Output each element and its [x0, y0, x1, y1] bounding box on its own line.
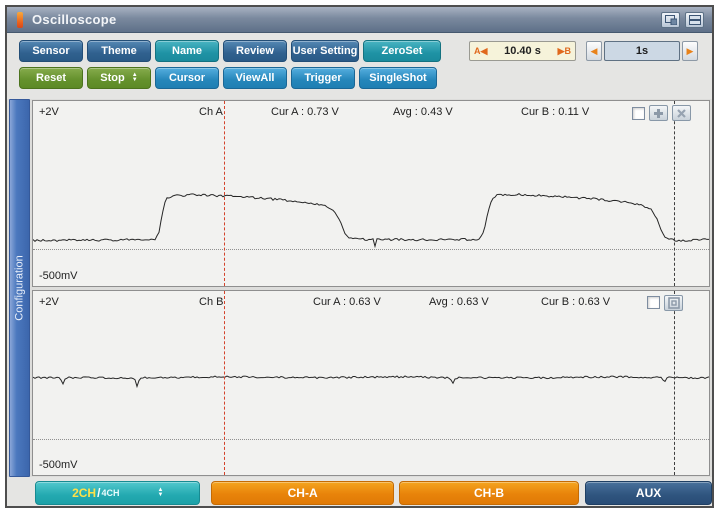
voltage-top-label: +2V — [39, 295, 59, 308]
review-button[interactable]: Review — [223, 40, 287, 62]
ch-a-button[interactable]: CH-A — [211, 480, 394, 505]
close-icon — [677, 108, 686, 118]
toolbar-row-2: Reset Stop ▲ ▼ Cursor ViewAll Trigger Sin… — [19, 67, 706, 89]
ab-range-display[interactable]: A◀ 10.40 s ▶B — [469, 41, 576, 61]
stop-spinner-icon: ▲ ▼ — [131, 72, 138, 83]
cursor-button[interactable]: Cursor — [155, 67, 219, 89]
singleshot-button[interactable]: SingleShot — [359, 67, 437, 89]
cursor-a-line[interactable] — [224, 290, 225, 475]
channel-mode-selected: 2CH — [72, 485, 97, 500]
zero-reference-line — [33, 249, 709, 250]
cursor-b-readout: Cur B : 0.63 V — [541, 295, 611, 308]
marker-b-label: ▶B — [557, 45, 571, 56]
zero-reference-line — [33, 438, 709, 440]
window-title: Oscilloscope — [32, 12, 117, 27]
trigger-button[interactable]: Trigger — [291, 67, 355, 89]
channel-b-checkbox[interactable] — [647, 296, 660, 309]
channel-label: Ch B — [199, 295, 224, 308]
plus-icon — [654, 108, 663, 118]
elapsed-time-value: 10.40 s — [504, 45, 541, 57]
timebase-value: 1s — [604, 41, 680, 61]
cursor-b-readout: Cur B : 0.11 V — [521, 106, 590, 118]
cursor-a-line[interactable] — [224, 101, 225, 286]
maximize-icon — [667, 296, 680, 309]
reset-button[interactable]: Reset — [19, 67, 83, 89]
channel-a-panel: +2V Ch A Cur A : 0.73 V Avg : 0.43 V Cur… — [32, 100, 710, 287]
toolbar-row-1: Sensor Theme Name Review User Setting Ze… — [19, 40, 706, 62]
sidebar-configuration-label: Configuration — [13, 255, 26, 321]
channel-b-panel: +2V Ch B Cur A : 0.63 V Avg : 0.63 V Cur… — [32, 289, 710, 476]
waveform-a — [33, 193, 709, 249]
split-view-button[interactable] — [685, 11, 704, 28]
viewall-button[interactable]: ViewAll — [223, 67, 287, 89]
channel-b-controls — [647, 294, 683, 311]
zeroset-button[interactable]: ZeroSet — [363, 40, 441, 62]
marker-a-label: A◀ — [474, 45, 488, 56]
ch-b-button[interactable]: CH-B — [398, 480, 580, 505]
waveform-b — [33, 374, 709, 388]
stop-button-label: Stop — [100, 72, 125, 84]
cursor-b-line[interactable] — [674, 290, 675, 475]
channel-mode-alt: 4CH — [101, 487, 120, 498]
user-setting-button[interactable]: User Setting — [291, 40, 359, 62]
avg-readout: Avg : 0.63 V — [429, 295, 489, 308]
arrow-right-icon: ▶ — [686, 45, 694, 56]
app-icon — [17, 11, 23, 28]
maximize-button[interactable] — [664, 294, 683, 311]
split-view-icon — [688, 14, 701, 25]
bottom-bar: 2CH / 4CH ▲ ▼ CH-A CH-B AUX — [7, 477, 712, 508]
panes-icon — [664, 14, 677, 25]
channel-a-checkbox[interactable] — [632, 106, 645, 120]
channel-panels: +2V Ch A Cur A : 0.73 V Avg : 0.43 V Cur… — [32, 99, 710, 477]
zoom-in-button[interactable] — [649, 105, 668, 121]
main-area: Configuration +2V Ch A Cur A : 0.73 V Av… — [7, 99, 712, 477]
timebase-control: ◀ 1s ▶ — [586, 41, 698, 61]
arrow-left-icon: ◀ — [590, 45, 598, 56]
panes-layout-button[interactable] — [661, 11, 680, 28]
voltage-top-label: +2V — [39, 106, 59, 118]
voltage-bottom-label: -500mV — [39, 269, 78, 282]
timebase-prev-button[interactable]: ◀ — [586, 41, 602, 61]
channel-mode-button[interactable]: 2CH / 4CH ▲ ▼ — [35, 480, 201, 505]
channel-mode-separator: / — [97, 485, 101, 500]
toolbar: Sensor Theme Name Review User Setting Ze… — [7, 33, 712, 99]
app-window: Oscilloscope Sensor Theme Name Review Us… — [5, 5, 714, 508]
cursor-a-readout: Cur A : 0.73 V — [271, 106, 339, 118]
channel-a-controls — [632, 105, 691, 121]
close-button[interactable] — [672, 105, 691, 121]
voltage-bottom-label: -500mV — [39, 459, 78, 471]
name-button[interactable]: Name — [155, 40, 219, 62]
sidebar-configuration-tab[interactable]: Configuration — [9, 99, 30, 477]
avg-readout: Avg : 0.43 V — [393, 106, 453, 118]
cursor-b-line[interactable] — [674, 101, 675, 286]
title-bar: Oscilloscope — [7, 7, 712, 33]
channel-mode-spinner-icon: ▲ ▼ — [157, 486, 164, 498]
timebase-next-button[interactable]: ▶ — [682, 41, 698, 61]
channel-label: Ch A — [199, 106, 223, 118]
theme-button[interactable]: Theme — [87, 40, 151, 62]
sensor-button[interactable]: Sensor — [19, 40, 83, 62]
cursor-a-readout: Cur A : 0.63 V — [313, 295, 381, 308]
aux-button[interactable]: AUX — [585, 480, 712, 505]
stop-button[interactable]: Stop ▲ ▼ — [87, 67, 151, 89]
